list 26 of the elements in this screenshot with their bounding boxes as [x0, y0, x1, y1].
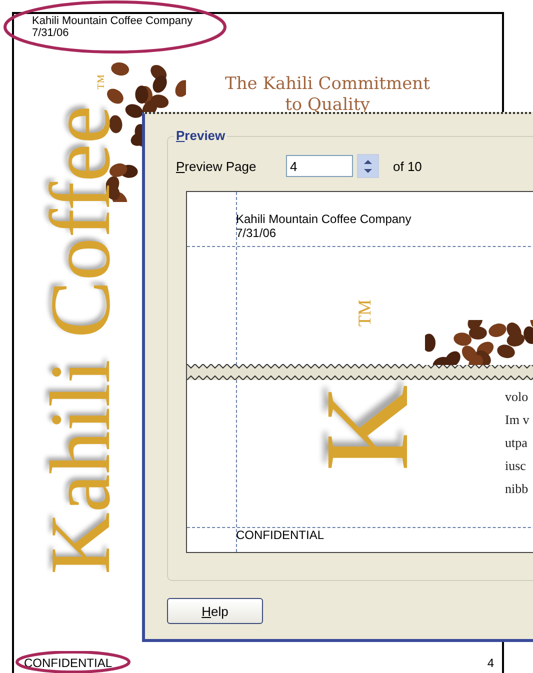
footer-text: CONFIDENTIAL — [24, 656, 112, 670]
footer-text: CONFIDENTIAL — [236, 528, 324, 542]
page-label: Preview Page — [176, 158, 258, 174]
down-arrow-icon — [363, 168, 373, 174]
trademark-text: ™ — [96, 74, 112, 90]
body-text: nibb — [505, 480, 530, 498]
date-text: 7/31/06 — [32, 27, 70, 39]
body-text: utpa — [505, 434, 528, 452]
headline-text: The Kahili Commitment — [225, 74, 430, 95]
headline-text: to Quality — [284, 95, 371, 116]
page-total: of 10 — [393, 158, 422, 174]
page-number: 4 — [487, 656, 494, 670]
up-arrow-icon — [363, 158, 373, 164]
help-button[interactable]: Help — [167, 598, 263, 624]
group-title: Preview — [174, 128, 228, 144]
spin-button[interactable] — [357, 154, 379, 178]
page-field[interactable]: 4 — [286, 155, 353, 177]
company-name: Kahili Mountain Coffee Company — [32, 15, 193, 27]
body-text: iusc — [505, 457, 527, 475]
logo-letter: K — [317, 384, 417, 472]
body-text: Im v — [505, 411, 530, 429]
trademark-text: TM — [356, 300, 374, 326]
logo-text: Kahili Coffee — [40, 106, 120, 574]
date-text: 7/31/06 — [236, 226, 278, 240]
company-name: Kahili Mountain Coffee Company — [236, 212, 412, 226]
body-text: volo — [505, 388, 530, 406]
